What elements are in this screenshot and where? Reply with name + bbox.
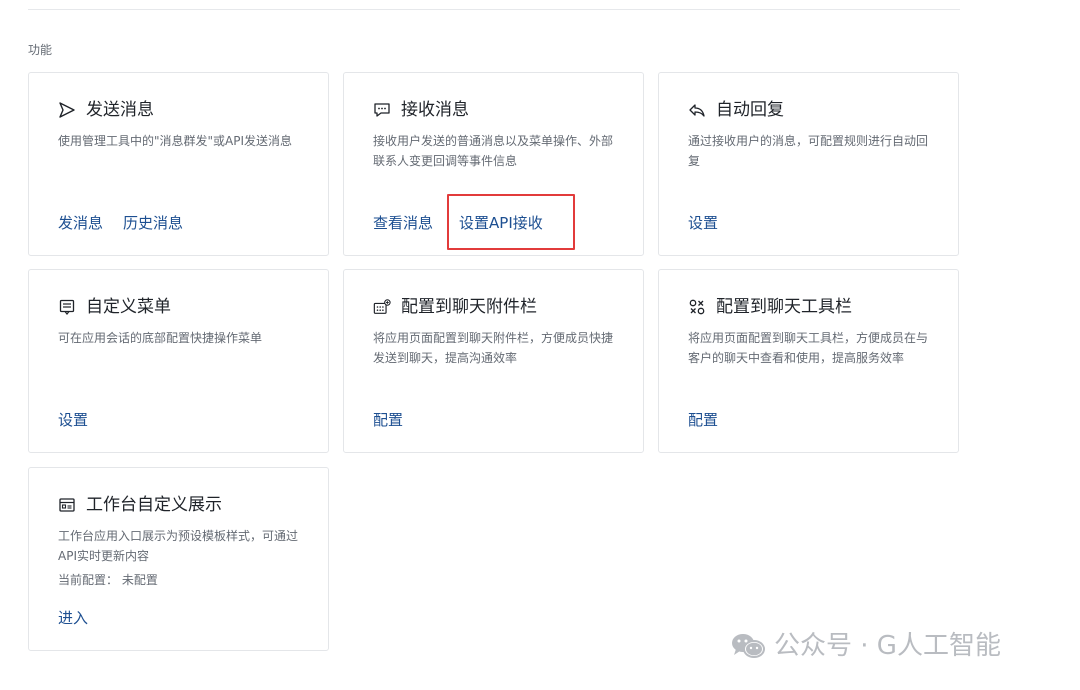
- workbench-icon: [58, 496, 76, 514]
- attachment-config-link[interactable]: 配置: [373, 410, 403, 430]
- card-header: 配置到聊天工具栏: [688, 296, 852, 318]
- menu-settings-link[interactable]: 设置: [58, 410, 88, 430]
- reply-icon: [688, 101, 706, 119]
- card-description: 接收用户发送的普通消息以及菜单操作、外部联系人变更回调等事件信息: [373, 134, 614, 168]
- card-receive-message: 接收消息 接收用户发送的普通消息以及菜单操作、外部联系人变更回调等事件信息 查看…: [343, 72, 644, 256]
- card-title: 接收消息: [401, 100, 469, 120]
- auto-reply-settings-link[interactable]: 设置: [688, 213, 718, 233]
- card-links: 配置: [688, 410, 738, 430]
- card-title: 工作台自定义展示: [86, 495, 222, 515]
- card-links: 发消息 历史消息: [58, 213, 203, 233]
- current-config-text: 当前配置： 未配置: [58, 573, 158, 587]
- card-title: 发送消息: [86, 100, 154, 120]
- card-links: 设置: [688, 213, 738, 233]
- section-title: 功能: [28, 43, 53, 57]
- wechat-icon: [730, 631, 766, 661]
- card-header: 发送消息: [58, 99, 154, 121]
- card-description: 将应用页面配置到聊天工具栏，方便成员在与客户的聊天中查看和使用，提高服务效率: [688, 331, 929, 365]
- attachment-grid-icon: [373, 298, 391, 316]
- card-chat-toolbar: 配置到聊天工具栏 将应用页面配置到聊天工具栏，方便成员在与客户的聊天中查看和使用…: [658, 269, 959, 453]
- card-header: 配置到聊天附件栏: [373, 296, 537, 318]
- watermark-text: 公众号 · G人工智能: [774, 631, 1001, 661]
- page: 功能 发送消息 使用管理工具中的"消息群发"或API发送消息 发消息 历史消息 …: [0, 0, 1080, 690]
- card-description: 可在应用会话的底部配置快捷操作菜单: [58, 331, 263, 345]
- card-description: 将应用页面配置到聊天附件栏，方便成员快捷发送到聊天，提高沟通效率: [373, 331, 614, 365]
- card-description: 使用管理工具中的"消息群发"或API发送消息: [58, 134, 293, 148]
- card-attachment-bar: 配置到聊天附件栏 将应用页面配置到聊天附件栏，方便成员快捷发送到聊天，提高沟通效…: [343, 269, 644, 453]
- workbench-enter-link[interactable]: 进入: [58, 608, 88, 628]
- card-title: 自动回复: [716, 100, 784, 120]
- card-custom-menu: 自定义菜单 可在应用会话的底部配置快捷操作菜单 设置: [28, 269, 329, 453]
- card-description: 通过接收用户的消息，可配置规则进行自动回复: [688, 134, 929, 168]
- card-title: 配置到聊天附件栏: [401, 297, 537, 317]
- card-title: 配置到聊天工具栏: [716, 297, 852, 317]
- top-divider: [28, 9, 960, 10]
- watermark: 公众号 · G人工智能: [730, 628, 1001, 664]
- card-links: 进入: [58, 608, 108, 628]
- card-links: 配置: [373, 410, 423, 430]
- send-icon: [58, 101, 76, 119]
- card-header: 接收消息: [373, 99, 469, 121]
- card-description: 工作台应用入口展示为预设模板样式，可通过API实时更新内容: [58, 529, 299, 563]
- highlight-box: [447, 194, 575, 250]
- view-message-link[interactable]: 查看消息: [373, 213, 433, 233]
- menu-icon: [58, 298, 76, 316]
- card-links: 设置: [58, 410, 108, 430]
- card-workbench-display: 工作台自定义展示 工作台应用入口展示为预设模板样式，可通过API实时更新内容 当…: [28, 467, 329, 651]
- card-header: 工作台自定义展示: [58, 494, 222, 516]
- card-title: 自定义菜单: [86, 297, 171, 317]
- chat-icon: [373, 101, 391, 119]
- card-header: 自定义菜单: [58, 296, 171, 318]
- toolbar-config-link[interactable]: 配置: [688, 410, 718, 430]
- history-message-link[interactable]: 历史消息: [123, 213, 183, 233]
- send-message-link[interactable]: 发消息: [58, 213, 103, 233]
- tools-icon: [688, 298, 706, 316]
- card-header: 自动回复: [688, 99, 784, 121]
- card-auto-reply: 自动回复 通过接收用户的消息，可配置规则进行自动回复 设置: [658, 72, 959, 256]
- card-send-message: 发送消息 使用管理工具中的"消息群发"或API发送消息 发消息 历史消息: [28, 72, 329, 256]
